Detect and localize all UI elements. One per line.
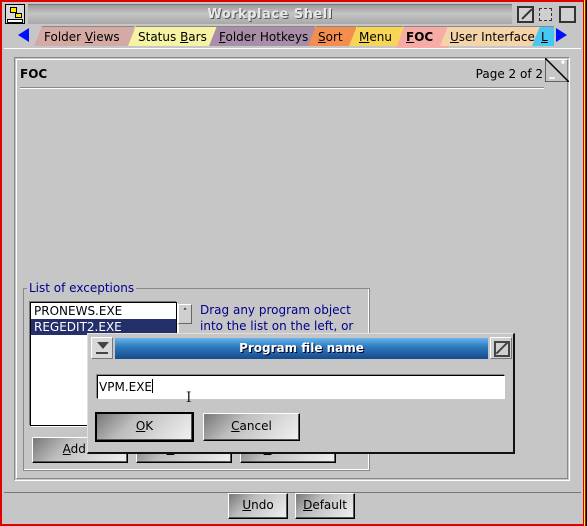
title-bar-background[interactable]: Workplace Shell	[28, 4, 512, 24]
window-border-right	[583, 0, 587, 526]
program-file-name-input[interactable]: VPM.EXE	[97, 375, 505, 399]
dialog-title[interactable]: Program file name	[115, 338, 488, 359]
undo-button[interactable]: Undo	[228, 493, 288, 519]
tab-folder-views[interactable]: Folder Views	[34, 26, 134, 46]
list-item[interactable]: PRONEWS.EXE	[31, 303, 176, 319]
input-value: VPM.EXE	[99, 380, 152, 394]
tab-scroll-right-icon[interactable]	[556, 28, 567, 42]
notebook-tabs: Folder Views Status Bars Folder Hotkeys …	[10, 26, 575, 49]
system-menu-icon[interactable]	[5, 4, 25, 24]
tab-status-bars[interactable]: Status Bars	[128, 26, 218, 46]
tab-user-interface[interactable]: User Interface	[440, 26, 540, 46]
hint-line-1: Drag any program object	[200, 303, 351, 317]
ibeam-cursor-icon: I	[186, 390, 192, 406]
cancel-button[interactable]: Cancel	[203, 413, 300, 441]
window-title: Workplace Shell	[207, 7, 333, 22]
tab-menu[interactable]: Menu	[349, 26, 403, 46]
program-file-name-dialog: Program file name VPM.EXE OK Cancel	[87, 333, 515, 454]
tab-sort[interactable]: Sort	[308, 26, 356, 46]
minimize-button[interactable]	[517, 6, 534, 23]
hint-line-2: into the list on the left, or	[200, 319, 354, 333]
tab-folder-hotkeys[interactable]: Folder Hotkeys	[209, 26, 315, 46]
exceptions-hint: Drag any program object into the list on…	[200, 302, 360, 334]
tab-scroll-left-icon[interactable]	[18, 28, 29, 42]
exceptions-group-label: List of exceptions	[27, 281, 137, 295]
scroll-up-button[interactable]: ˄	[178, 304, 192, 324]
page-title: FOC	[20, 67, 48, 81]
dialog-minimize-icon[interactable]	[490, 337, 512, 359]
maximize-button[interactable]	[559, 6, 576, 23]
title-bar[interactable]: Workplace Shell	[2, 2, 581, 24]
page-turn-icon[interactable]	[545, 58, 569, 82]
ok-button[interactable]: OK	[95, 412, 194, 442]
page-status: Page 2 of 2	[475, 67, 543, 81]
text-caret	[152, 379, 153, 393]
dialog-system-menu-icon[interactable]	[91, 337, 113, 359]
default-button[interactable]: Default	[295, 493, 355, 519]
page-divider	[20, 87, 544, 89]
restore-button[interactable]	[539, 8, 552, 21]
